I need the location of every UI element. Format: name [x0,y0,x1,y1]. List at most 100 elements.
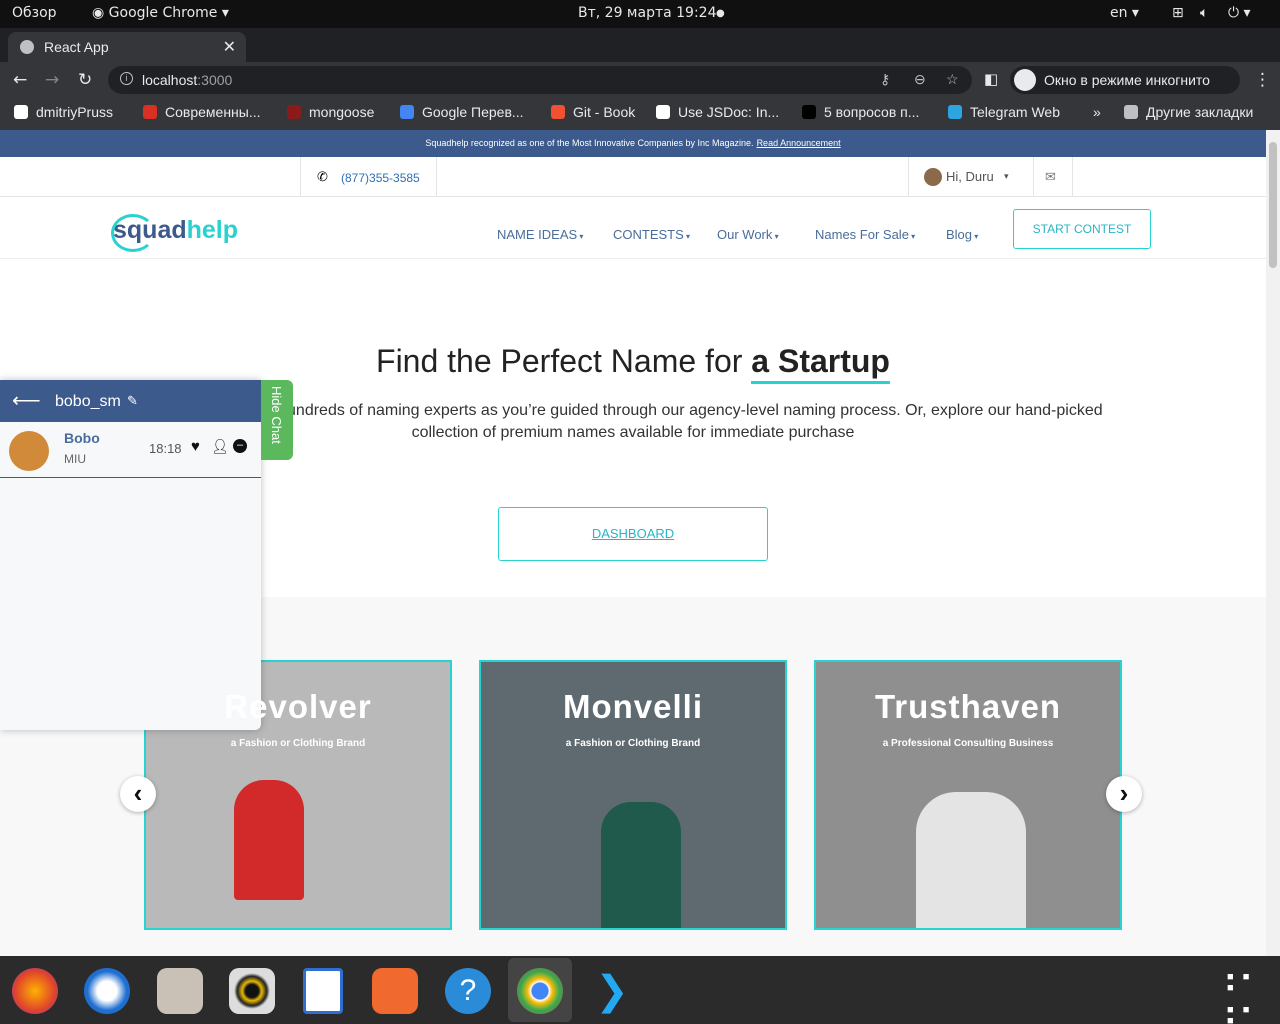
bookmarks-bar: dmitriyPruss Современны... mongoose Goog… [0,98,1280,130]
close-tab-icon[interactable]: ✕ [223,37,236,57]
nav-our-work[interactable]: Our Work [717,227,779,242]
carousel-next-icon[interactable]: › [1106,776,1142,812]
thunderbird-icon[interactable] [84,968,130,1014]
nav-names-for-sale[interactable]: Names For Sale [815,227,915,242]
mail-button[interactable]: ✉ [1033,157,1073,197]
incognito-indicator[interactable]: Окно в режиме инкогнито [1010,66,1240,94]
reload-icon[interactable]: ↻ [78,70,92,90]
dashboard-button[interactable]: DASHBOARD [498,507,768,561]
bookmark-icon [143,105,157,119]
firefox-icon[interactable] [12,968,58,1014]
language-indicator[interactable]: en ▾ [1110,5,1139,21]
bookmark-label: Use JSDoc: In... [678,104,780,120]
web-page: Squadhelp recognized as one of the Most … [0,130,1266,956]
star-icon[interactable]: ☆ [946,71,959,88]
phone-number[interactable]: (877)355-3585 [341,171,420,185]
bookmark-label: mongoose [309,104,375,120]
show-apps-icon[interactable]: ■ ■ ■■ ■ ■■ ■ ■ [1227,972,1261,1024]
bookmark-icon [802,105,816,119]
address-bar[interactable]: i localhost:3000 ⚷ ⊖ ☆ [108,66,972,94]
back-arrow-icon[interactable]: ⟵ [12,388,41,413]
announcement-banner: Squadhelp recognized as one of the Most … [0,130,1266,157]
site-header: squadhelp NAME IDEAS CONTESTS Our Work N… [0,197,1266,259]
power-icon[interactable]: ⏻ ▾ [1228,5,1251,21]
hero-title-text: Find the Perfect Name for [376,343,743,379]
info-icon[interactable]: i [120,72,133,85]
bookmark-7[interactable]: Telegram Web [948,104,1060,120]
incognito-label: Окно в режиме инкогнито [1044,72,1210,88]
user-menu[interactable]: Hi, Duru ▾ [908,157,1033,197]
page-scrollbar[interactable] [1266,130,1280,956]
banner-link[interactable]: Read Announcement [757,138,841,148]
chat-header: ⟵ bobo_sm ✎ [0,380,261,422]
tab-bar: React App ✕ + ⌄ – ▢ ✕ [0,28,1280,83]
tab-react-app[interactable]: React App ✕ [8,32,246,62]
heart-icon[interactable]: ♥ [191,438,200,455]
block-user-icon[interactable]: 👤︎ [211,438,229,455]
menu-icon[interactable]: ⋮ [1254,70,1271,90]
bookmark-6[interactable]: 5 вопросов п... [802,104,919,120]
activities-button[interactable]: Обзор [12,5,57,21]
forward-icon[interactable]: → [45,70,59,90]
example-card-revolver[interactable]: Revolver a Fashion or Clothing Brand [144,660,452,930]
logo[interactable]: squadhelp [111,214,239,252]
example-card-monvelli[interactable]: Monvelli a Fashion or Clothing Brand [479,660,787,930]
extensions-icon[interactable]: ◧ [984,70,998,88]
phone-cell[interactable]: ✆ (877)355-3585 [300,157,437,197]
person-image [601,802,681,928]
bookmark-icon [14,105,28,119]
example-card-trusthaven[interactable]: Trusthaven a Professional Consulting Bus… [814,660,1122,930]
scrollbar-thumb[interactable] [1269,142,1277,268]
more-bookmarks-icon[interactable]: » [1093,104,1101,120]
other-bookmarks[interactable]: Другие закладки [1124,104,1253,120]
hero-title: Find the Perfect Name for a Startup [0,343,1266,384]
url-host: localhost [142,72,198,88]
app-menu-label: Google Chrome ▾ [108,5,229,21]
bookmark-label: dmitriyPruss [36,104,114,120]
person-image [234,780,304,900]
chat-conversation-row[interactable]: Bobo MIU 18:18 ♥ 👤︎ – [0,422,261,478]
url-port: :3000 [197,72,233,88]
nav-contests[interactable]: CONTESTS [613,227,690,242]
bookmark-3[interactable]: Google Перев... [400,104,524,120]
nav-name-ideas[interactable]: NAME IDEAS [497,227,583,242]
clock[interactable]: Вт, 29 марта 19:24 [578,5,716,21]
writer-icon[interactable] [303,968,343,1014]
message-time: 18:18 [149,441,182,456]
avatar [9,431,49,471]
nav-blog[interactable]: Blog [946,227,978,242]
bookmark-1[interactable]: Современны... [143,104,261,120]
bookmark-2[interactable]: mongoose [287,104,374,120]
card-subtitle: a Fashion or Clothing Brand [230,738,366,749]
chat-panel: ⟵ bobo_sm ✎ Bobo MIU 18:18 ♥ 👤︎ – [0,380,261,730]
bookmark-0[interactable]: dmitriyPruss [14,104,113,120]
vscode-icon[interactable]: ❯ [589,968,635,1014]
chrome-icon[interactable] [517,968,563,1014]
greeting: Hi, Duru [946,169,994,184]
remove-icon[interactable]: – [233,439,247,453]
files-icon[interactable] [157,968,203,1014]
logo-part-2: help [186,216,239,244]
bookmark-label: Современны... [165,104,261,120]
url-text: localhost:3000 [142,72,232,88]
carousel-prev-icon[interactable]: ‹ [120,776,156,812]
back-icon[interactable]: ← [13,70,27,90]
zoom-icon[interactable]: ⊖ [914,71,926,88]
app-menu[interactable]: ◉ Google Chrome ▾ [92,5,229,21]
card-name: Trusthaven [874,688,1062,725]
help-icon[interactable]: ? [445,968,491,1014]
hide-chat-button[interactable]: Hide Chat [261,380,293,460]
card-subtitle: a Professional Consulting Business [882,738,1054,749]
bookmark-5[interactable]: Use JSDoc: In... [656,104,779,120]
key-icon[interactable]: ⚷ [880,71,890,88]
bookmark-4[interactable]: Git - Book [551,104,635,120]
software-icon[interactable] [372,968,418,1014]
network-icon[interactable]: ⊞ [1172,5,1184,21]
notification-dot: ● [716,8,725,19]
incognito-icon [1014,69,1036,91]
bookmark-icon [551,105,565,119]
rhythmbox-icon[interactable] [229,968,275,1014]
edit-icon[interactable]: ✎ [127,393,138,409]
start-contest-button[interactable]: START CONTEST [1013,209,1151,249]
volume-icon[interactable]: 🔈︎ [1200,5,1208,21]
